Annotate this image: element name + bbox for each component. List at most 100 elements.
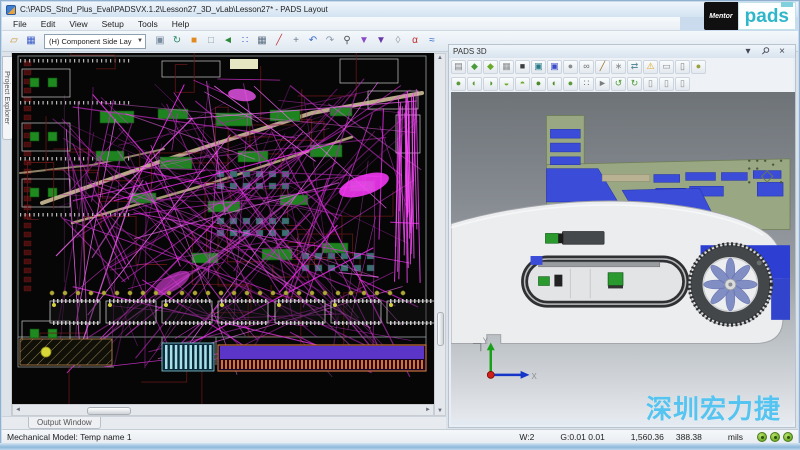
menu-tools[interactable]: Tools: [131, 19, 165, 29]
scroll-left-icon[interactable]: ◄: [13, 407, 23, 413]
drc-warning-icon[interactable]: ⚠: [643, 60, 658, 74]
axis-y-label: Y: [483, 336, 489, 345]
image-icon[interactable]: ▦: [254, 34, 270, 49]
board-3d-icon[interactable]: ■: [515, 60, 530, 74]
snapshot1-icon[interactable]: ▯: [643, 77, 658, 91]
horizontal-scrollbar[interactable]: ◄ ►: [12, 404, 434, 416]
save-icon[interactable]: ▦: [23, 34, 39, 49]
view-front-icon[interactable]: ◓: [515, 77, 530, 91]
menu-file[interactable]: File: [6, 19, 34, 29]
orbit-right-icon[interactable]: ↻: [627, 77, 642, 91]
dip-components: [50, 299, 434, 325]
title-bar[interactable]: C:\PADS_Stnd_Plus_Eval\PADSVX.1.2\Lesson…: [2, 2, 798, 17]
axis-x-label: X: [532, 372, 538, 381]
menu-setup[interactable]: Setup: [95, 19, 131, 29]
export-icon[interactable]: ▯: [675, 60, 690, 74]
bookmark-blue-icon[interactable]: ▣: [547, 60, 562, 74]
horizontal-scroll-thumb[interactable]: [87, 407, 131, 415]
refresh-icon[interactable]: ↻: [169, 34, 185, 49]
hatched-region: [20, 339, 112, 365]
status-bar: Mechanical Model: Temp name 1 W:2 G:0.01…: [2, 429, 798, 443]
new-sheet-icon[interactable]: □: [203, 34, 219, 49]
measure-icon[interactable]: ╱: [595, 60, 610, 74]
grid-3d-icon[interactable]: ∷: [579, 77, 594, 91]
board-color-icon[interactable]: ■: [186, 34, 202, 49]
status-green-3[interactable]: [783, 432, 793, 442]
report-icon[interactable]: ▭: [659, 60, 674, 74]
undo-icon[interactable]: ↶: [305, 34, 321, 49]
spin-view-icon[interactable]: ◆: [483, 60, 498, 74]
menu-bar: File Edit View Setup Tools Help: [2, 17, 680, 31]
route-filter-icon[interactable]: ▼: [356, 34, 372, 49]
app-icon: [6, 5, 16, 15]
status-message: Mechanical Model: Temp name 1: [7, 432, 132, 442]
pads-3d-title: PADS 3D: [453, 47, 487, 56]
eraser-icon[interactable]: ◊: [390, 34, 406, 49]
mirror-icon[interactable]: ⇄: [627, 60, 642, 74]
view-iso-icon[interactable]: ◐: [547, 77, 562, 91]
watermark: 深圳宏力捷: [646, 389, 781, 426]
view-left-icon[interactable]: ◑: [483, 77, 498, 91]
bookmark-teal-icon[interactable]: ▣: [531, 60, 546, 74]
board-view-icon[interactable]: ▦: [499, 60, 514, 74]
tab-output-window[interactable]: Output Window: [28, 417, 101, 429]
snapshot3-icon[interactable]: ▯: [675, 77, 690, 91]
close-icon[interactable]: ×: [774, 44, 790, 59]
window-title: C:\PADS_Stnd_Plus_Eval\PADSVX.1.2\Lesson…: [20, 5, 328, 14]
scroll-up-icon[interactable]: ▲: [435, 55, 445, 61]
view-bottom-icon[interactable]: ◐: [467, 77, 482, 91]
select-filter-icon[interactable]: ◄: [220, 34, 236, 49]
status-green-2[interactable]: [770, 432, 780, 442]
pads-layout-window: C:\PADS_Stnd_Plus_Eval\PADSVX.1.2\Lesson…: [0, 0, 800, 450]
zoom-icon[interactable]: ⚲: [339, 34, 355, 49]
scroll-down-icon[interactable]: ▼: [435, 408, 445, 414]
redo-icon[interactable]: ↷: [322, 34, 338, 49]
open-file-icon[interactable]: ▱: [6, 34, 22, 49]
window-icon[interactable]: ▣: [152, 34, 168, 49]
status-green-1[interactable]: [757, 432, 767, 442]
grid-icon[interactable]: ∷: [237, 34, 253, 49]
orbit-left-icon[interactable]: ↺: [611, 77, 626, 91]
status-y-coord: 388.38: [676, 432, 702, 442]
status-units[interactable]: mils: [728, 432, 743, 442]
dimension-icon[interactable]: ∗: [611, 60, 626, 74]
view-ortho-icon[interactable]: ●: [563, 77, 578, 91]
zoom-3d-icon[interactable]: ●: [563, 60, 578, 74]
vertical-scroll-thumb[interactable]: [437, 312, 444, 346]
draw-line-icon[interactable]: ╱: [271, 34, 287, 49]
status-x-coord: 1,560.36: [631, 432, 664, 442]
pads-3d-toolbar-2: ●◐◑◒◓●◐●∷►↺↻▯▯▯: [451, 75, 793, 92]
pads-logo-tab: [781, 2, 793, 7]
select-3d-icon[interactable]: ▤: [451, 60, 466, 74]
menu-edit[interactable]: Edit: [34, 19, 63, 29]
binoculars-icon[interactable]: ∞: [579, 60, 594, 74]
view-top-icon[interactable]: ●: [451, 77, 466, 91]
scroll-right-icon[interactable]: ►: [423, 407, 433, 413]
cyan-connector: [162, 343, 214, 371]
sphere-icon[interactable]: ●: [691, 60, 706, 74]
brand-logo: Mentor pads: [704, 2, 796, 30]
heatsink-3d: [545, 231, 604, 244]
route-filter2-icon[interactable]: ▼: [373, 34, 389, 49]
vertical-scrollbar[interactable]: ▲ ▼: [434, 53, 446, 416]
pcb-canvas[interactable]: [12, 53, 434, 404]
fan-3d: [689, 243, 773, 326]
pads-3d-toolbar-1: ▤◆◆▦■▣▣●∞╱∗⇄⚠▭▯●: [451, 58, 793, 75]
viewport-3d[interactable]: Y X: [451, 92, 795, 422]
pointer-3d-icon[interactable]: ►: [595, 77, 610, 91]
pads-3d-panel: PADS 3D ▾⚲× ▤◆◆▦■▣▣●∞╱∗⇄⚠▭▯● ●◐◑◒◓●◐●∷►↺…: [448, 44, 796, 428]
menu-view[interactable]: View: [62, 19, 94, 29]
alpha-tool-icon[interactable]: α: [407, 34, 423, 49]
output-window-row: Output Window: [2, 416, 446, 429]
status-grid: G:0.01 0.01: [560, 432, 604, 442]
analysis-icon[interactable]: ≈: [424, 34, 440, 49]
pads-3d-title-bar[interactable]: PADS 3D ▾⚲×: [449, 45, 795, 58]
view-right-icon[interactable]: ◒: [499, 77, 514, 91]
move-icon[interactable]: +: [288, 34, 304, 49]
view-back-icon[interactable]: ●: [531, 77, 546, 91]
layer-dropdown[interactable]: (H) Component Side Lay ▼: [44, 34, 146, 49]
menu-help[interactable]: Help: [165, 19, 196, 29]
snapshot2-icon[interactable]: ▯: [659, 77, 674, 91]
blue-side-panel-3d: [771, 279, 790, 320]
rotate-view-icon[interactable]: ◆: [467, 60, 482, 74]
